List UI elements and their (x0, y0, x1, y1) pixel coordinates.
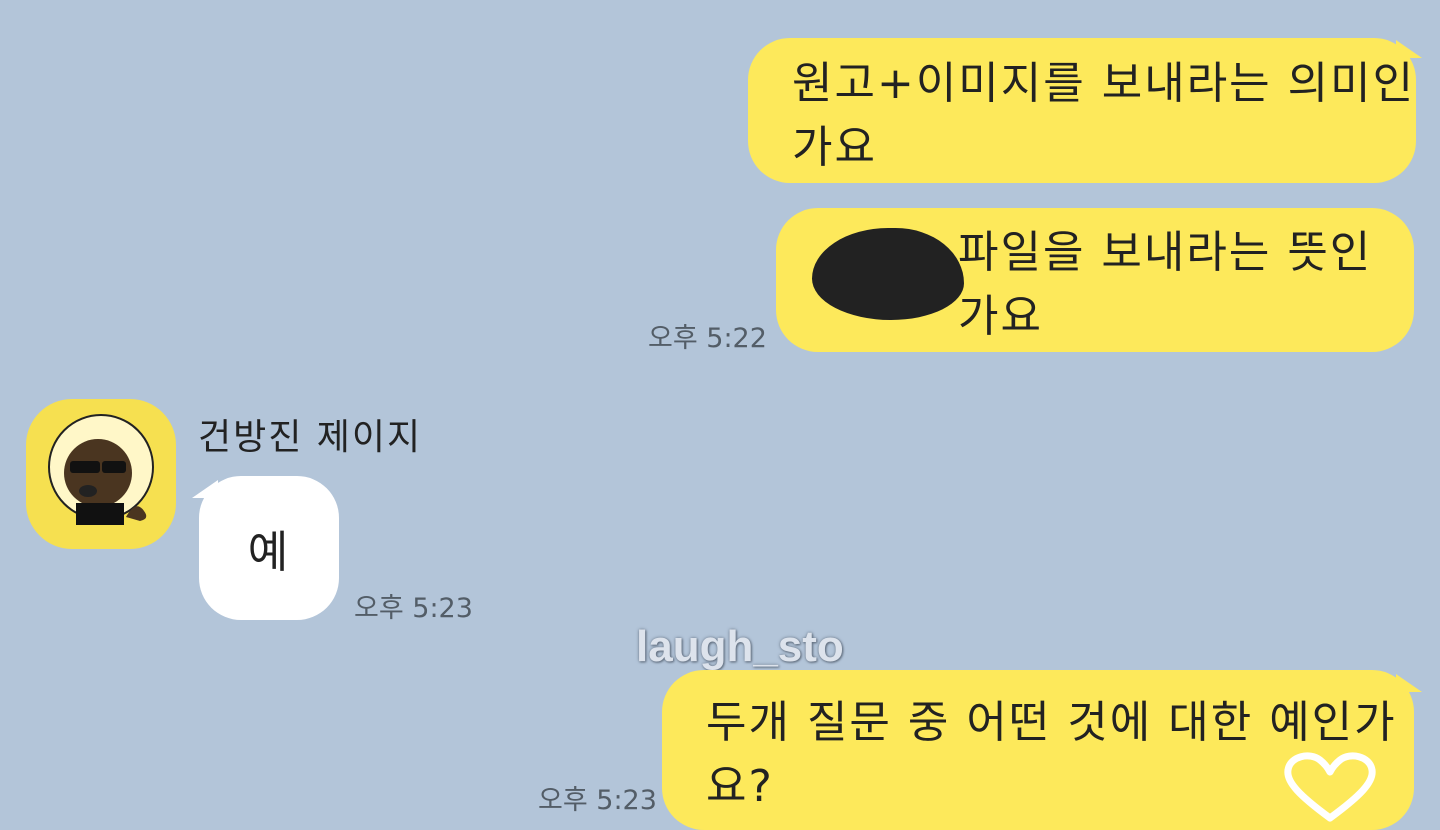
redacted-mark (812, 228, 964, 320)
sender-name: 건방진 제이지 (198, 417, 423, 458)
message-time-3: 오후 5:23 (354, 593, 473, 624)
bubble-tail (192, 480, 218, 498)
avatar-character-icon (48, 414, 154, 525)
message-text-3: 예 (247, 527, 291, 578)
other-message-bubble[interactable]: 예 (199, 476, 339, 620)
message-time-2: 오후 5:22 (648, 323, 767, 354)
message-time-4: 오후 5:23 (538, 785, 657, 816)
bubble-tail (1396, 674, 1422, 692)
message-text-1: 원고+이미지를 보내라는 의미인가요 (792, 57, 1416, 173)
my-message-bubble-1[interactable]: 원고+이미지를 보내라는 의미인가요 (748, 38, 1416, 183)
bubble-tail (1396, 40, 1422, 58)
my-message-bubble-2[interactable]: 파일을 보내라는 뜻인가요 (776, 208, 1414, 352)
avatar[interactable] (26, 399, 176, 549)
message-text-2: 파일을 보내라는 뜻인가요 (958, 227, 1373, 342)
watermark: laugh_sto (636, 622, 844, 671)
heart-icon[interactable] (1280, 752, 1380, 822)
